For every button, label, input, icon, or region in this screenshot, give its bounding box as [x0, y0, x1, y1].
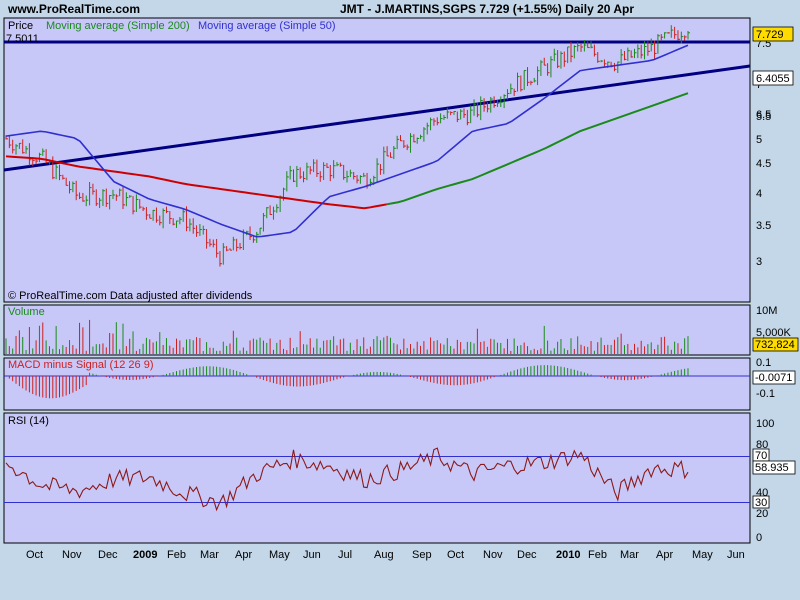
x-tick-Jun: Jun [303, 549, 321, 561]
rsi-panel-label: RSI (14) [8, 415, 49, 427]
x-tick-Feb: Feb [588, 549, 607, 561]
volume-tick-5000k: 5,000K [756, 327, 792, 339]
x-tick-2009: 2009 [133, 549, 157, 561]
rsi-level-low: 30 [755, 497, 767, 509]
x-axis: Oct Nov Dec 2009 Feb Mar Apr May Jun Jul Aug Sep Oct… [26, 549, 745, 561]
x-tick-Apr: Apr [656, 549, 673, 561]
price-readout: 7.5011 [6, 33, 39, 45]
price-footer: © ProRealTime.com Data adjusted after di… [8, 290, 253, 302]
x-tick-2010: 2010 [556, 549, 580, 561]
x-tick-Jun: Jun [727, 549, 745, 561]
x-tick-Sep: Sep [412, 549, 432, 561]
chart-canvas: Price Moving average (Simple 200) Moving… [3, 17, 799, 561]
legend-ma50: Moving average (Simple 50) [198, 20, 336, 32]
x-tick-Aug: Aug [374, 549, 394, 561]
rsi-tick-20: 20 [756, 508, 768, 520]
volume-panel-label: Volume [8, 306, 45, 318]
x-tick-Mar: Mar [620, 549, 639, 561]
x-tick-Oct: Oct [26, 549, 43, 561]
price-tick-4.5: 4.5 [756, 158, 771, 170]
macd-tick-neg0.1: -0.1 [756, 388, 775, 400]
macd-tick-0.1: 0.1 [756, 357, 771, 369]
x-tick-May: May [269, 549, 290, 561]
price-tick-4: 4 [756, 188, 762, 200]
x-tick-Dec: Dec [98, 549, 118, 561]
volume-tick-10m: 10M [756, 305, 777, 317]
macd-panel-label: MACD minus Signal (12 26 9) [8, 359, 154, 371]
legend-ma200: Moving average (Simple 200) [46, 20, 190, 32]
rsi-level-high: 70 [755, 450, 767, 462]
rsi-last-value: 58.935 [755, 462, 789, 474]
price-tick-5.5: 5.5 [756, 111, 771, 123]
volume-last-value: 732,824 [755, 339, 795, 351]
price-tick-5: 5 [756, 134, 762, 146]
x-tick-May: May [692, 549, 713, 561]
x-tick-Apr: Apr [235, 549, 252, 561]
price-panel-label: Price [8, 20, 33, 32]
x-tick-Nov: Nov [62, 549, 82, 561]
x-tick-Dec: Dec [517, 549, 537, 561]
last-price-value: 7.729 [756, 29, 784, 41]
rsi-tick-100: 100 [756, 418, 774, 430]
ma-value: 6.4055 [756, 73, 790, 85]
x-tick-Jul: Jul [338, 549, 352, 561]
rsi-tick-0: 0 [756, 532, 762, 544]
macd-last-value: -0.0071 [755, 372, 792, 384]
price-tick-3: 3 [756, 256, 762, 268]
price-tick-3.5: 3.5 [756, 220, 771, 232]
x-tick-Mar: Mar [200, 549, 219, 561]
x-tick-Nov: Nov [483, 549, 503, 561]
x-tick-Feb: Feb [167, 549, 186, 561]
x-tick-Oct: Oct [447, 549, 464, 561]
